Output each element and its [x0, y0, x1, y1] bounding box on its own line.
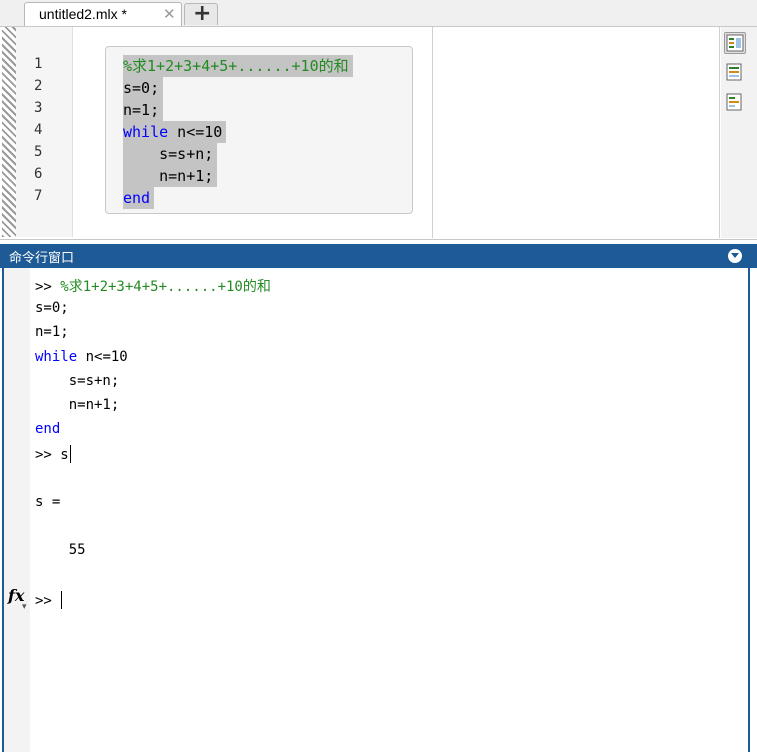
output-inline-icon[interactable]	[724, 32, 746, 54]
command-text	[52, 593, 60, 609]
command-line: n=1;	[35, 324, 69, 340]
command-text: s=s+n;	[35, 372, 120, 389]
text-caret	[61, 590, 63, 609]
command-prompt: >>	[35, 447, 52, 464]
output-pane-divider[interactable]	[432, 27, 433, 238]
command-line: n=n+1;	[35, 397, 120, 413]
plus-icon: +	[193, 1, 212, 26]
line-number: 5	[34, 144, 43, 160]
function-browser-caret-icon: ▾	[22, 602, 27, 612]
code-text: s=0;	[123, 79, 160, 97]
new-tab-button[interactable]: +	[184, 1, 218, 26]
output-right-icon[interactable]	[724, 62, 746, 84]
code-line: n=1;	[123, 99, 164, 121]
live-editor[interactable]: 1 2 3 4 5 6 7 %求1+2+3+4+5+......+10的和 s=0; n=1; w…	[0, 27, 757, 240]
line-number: 6	[34, 166, 43, 182]
command-text: n=n+1;	[35, 397, 120, 413]
command-gutter	[4, 268, 30, 752]
keyword-text: while	[123, 123, 169, 141]
line-number-gutter: 1 2 3 4 5 6 7	[16, 27, 73, 237]
tab-title: untitled2.mlx *	[39, 6, 127, 22]
keyword-text: while	[35, 348, 78, 365]
code-section[interactable]: %求1+2+3+4+5+......+10的和 s=0; n=1; while n<=…	[105, 46, 413, 214]
command-line: s =	[35, 494, 60, 510]
output-view-toolbar	[721, 27, 757, 238]
command-text: n<=10	[77, 348, 128, 365]
code-text: n=n+1;	[123, 167, 214, 185]
command-line: >>	[35, 590, 63, 609]
code-line: %求1+2+3+4+5+......+10的和	[123, 55, 353, 77]
code-text: %求1+2+3+4+5+......+10的和	[123, 57, 349, 75]
command-line: >> s	[35, 445, 71, 464]
command-line: 55	[35, 542, 86, 558]
command-line: while n<=10	[35, 349, 128, 365]
window-edge	[750, 268, 757, 752]
command-text: end	[35, 421, 61, 438]
command-window[interactable]: fx ▾ >> %求1+2+3+4+5+......+10的和 s=0; n=1; w…	[2, 268, 750, 752]
command-text: s=0;	[35, 300, 69, 317]
command-text: s =	[35, 493, 61, 510]
command-prompt: >>	[35, 279, 52, 295]
command-text: s	[51, 447, 69, 464]
code-text: end	[123, 189, 151, 207]
command-line: end	[35, 421, 60, 437]
code-text: n=1;	[123, 101, 160, 119]
command-line: >> %求1+2+3+4+5+......+10的和	[35, 276, 271, 296]
code-line: end	[123, 187, 155, 209]
line-number: 4	[34, 122, 43, 138]
code-text: s=s+n;	[123, 145, 214, 163]
command-prompt: >>	[35, 592, 52, 609]
command-window-header: 命令行窗口	[0, 244, 757, 268]
line-number: 7	[34, 188, 43, 204]
code-text: n<=10	[168, 123, 223, 141]
text-caret	[69, 445, 71, 464]
line-number: 1	[34, 56, 43, 72]
unsaved-hatch-bar	[2, 27, 16, 237]
command-text: 55	[35, 542, 86, 559]
code-line: n=n+1;	[123, 165, 218, 187]
command-text: n=1;	[35, 324, 69, 341]
tab-untitled2[interactable]: untitled2.mlx * ✕	[24, 2, 182, 26]
code-line: while n<=10	[123, 121, 227, 143]
line-number: 2	[34, 78, 43, 94]
command-line: s=0;	[35, 300, 69, 316]
close-icon[interactable]: ✕	[163, 5, 176, 23]
hide-code-icon[interactable]	[724, 92, 746, 114]
command-text: %求1+2+3+4+5+......+10的和	[51, 279, 271, 295]
editor-tab-bar: untitled2.mlx * ✕ +	[0, 0, 757, 27]
command-window-title: 命令行窗口	[9, 251, 75, 266]
line-number: 3	[34, 100, 43, 116]
tools-divider	[719, 27, 720, 238]
code-line: s=s+n;	[123, 143, 218, 165]
chevron-down-icon[interactable]	[728, 249, 742, 263]
command-line: s=s+n;	[35, 372, 120, 389]
code-line: s=0;	[123, 77, 164, 99]
